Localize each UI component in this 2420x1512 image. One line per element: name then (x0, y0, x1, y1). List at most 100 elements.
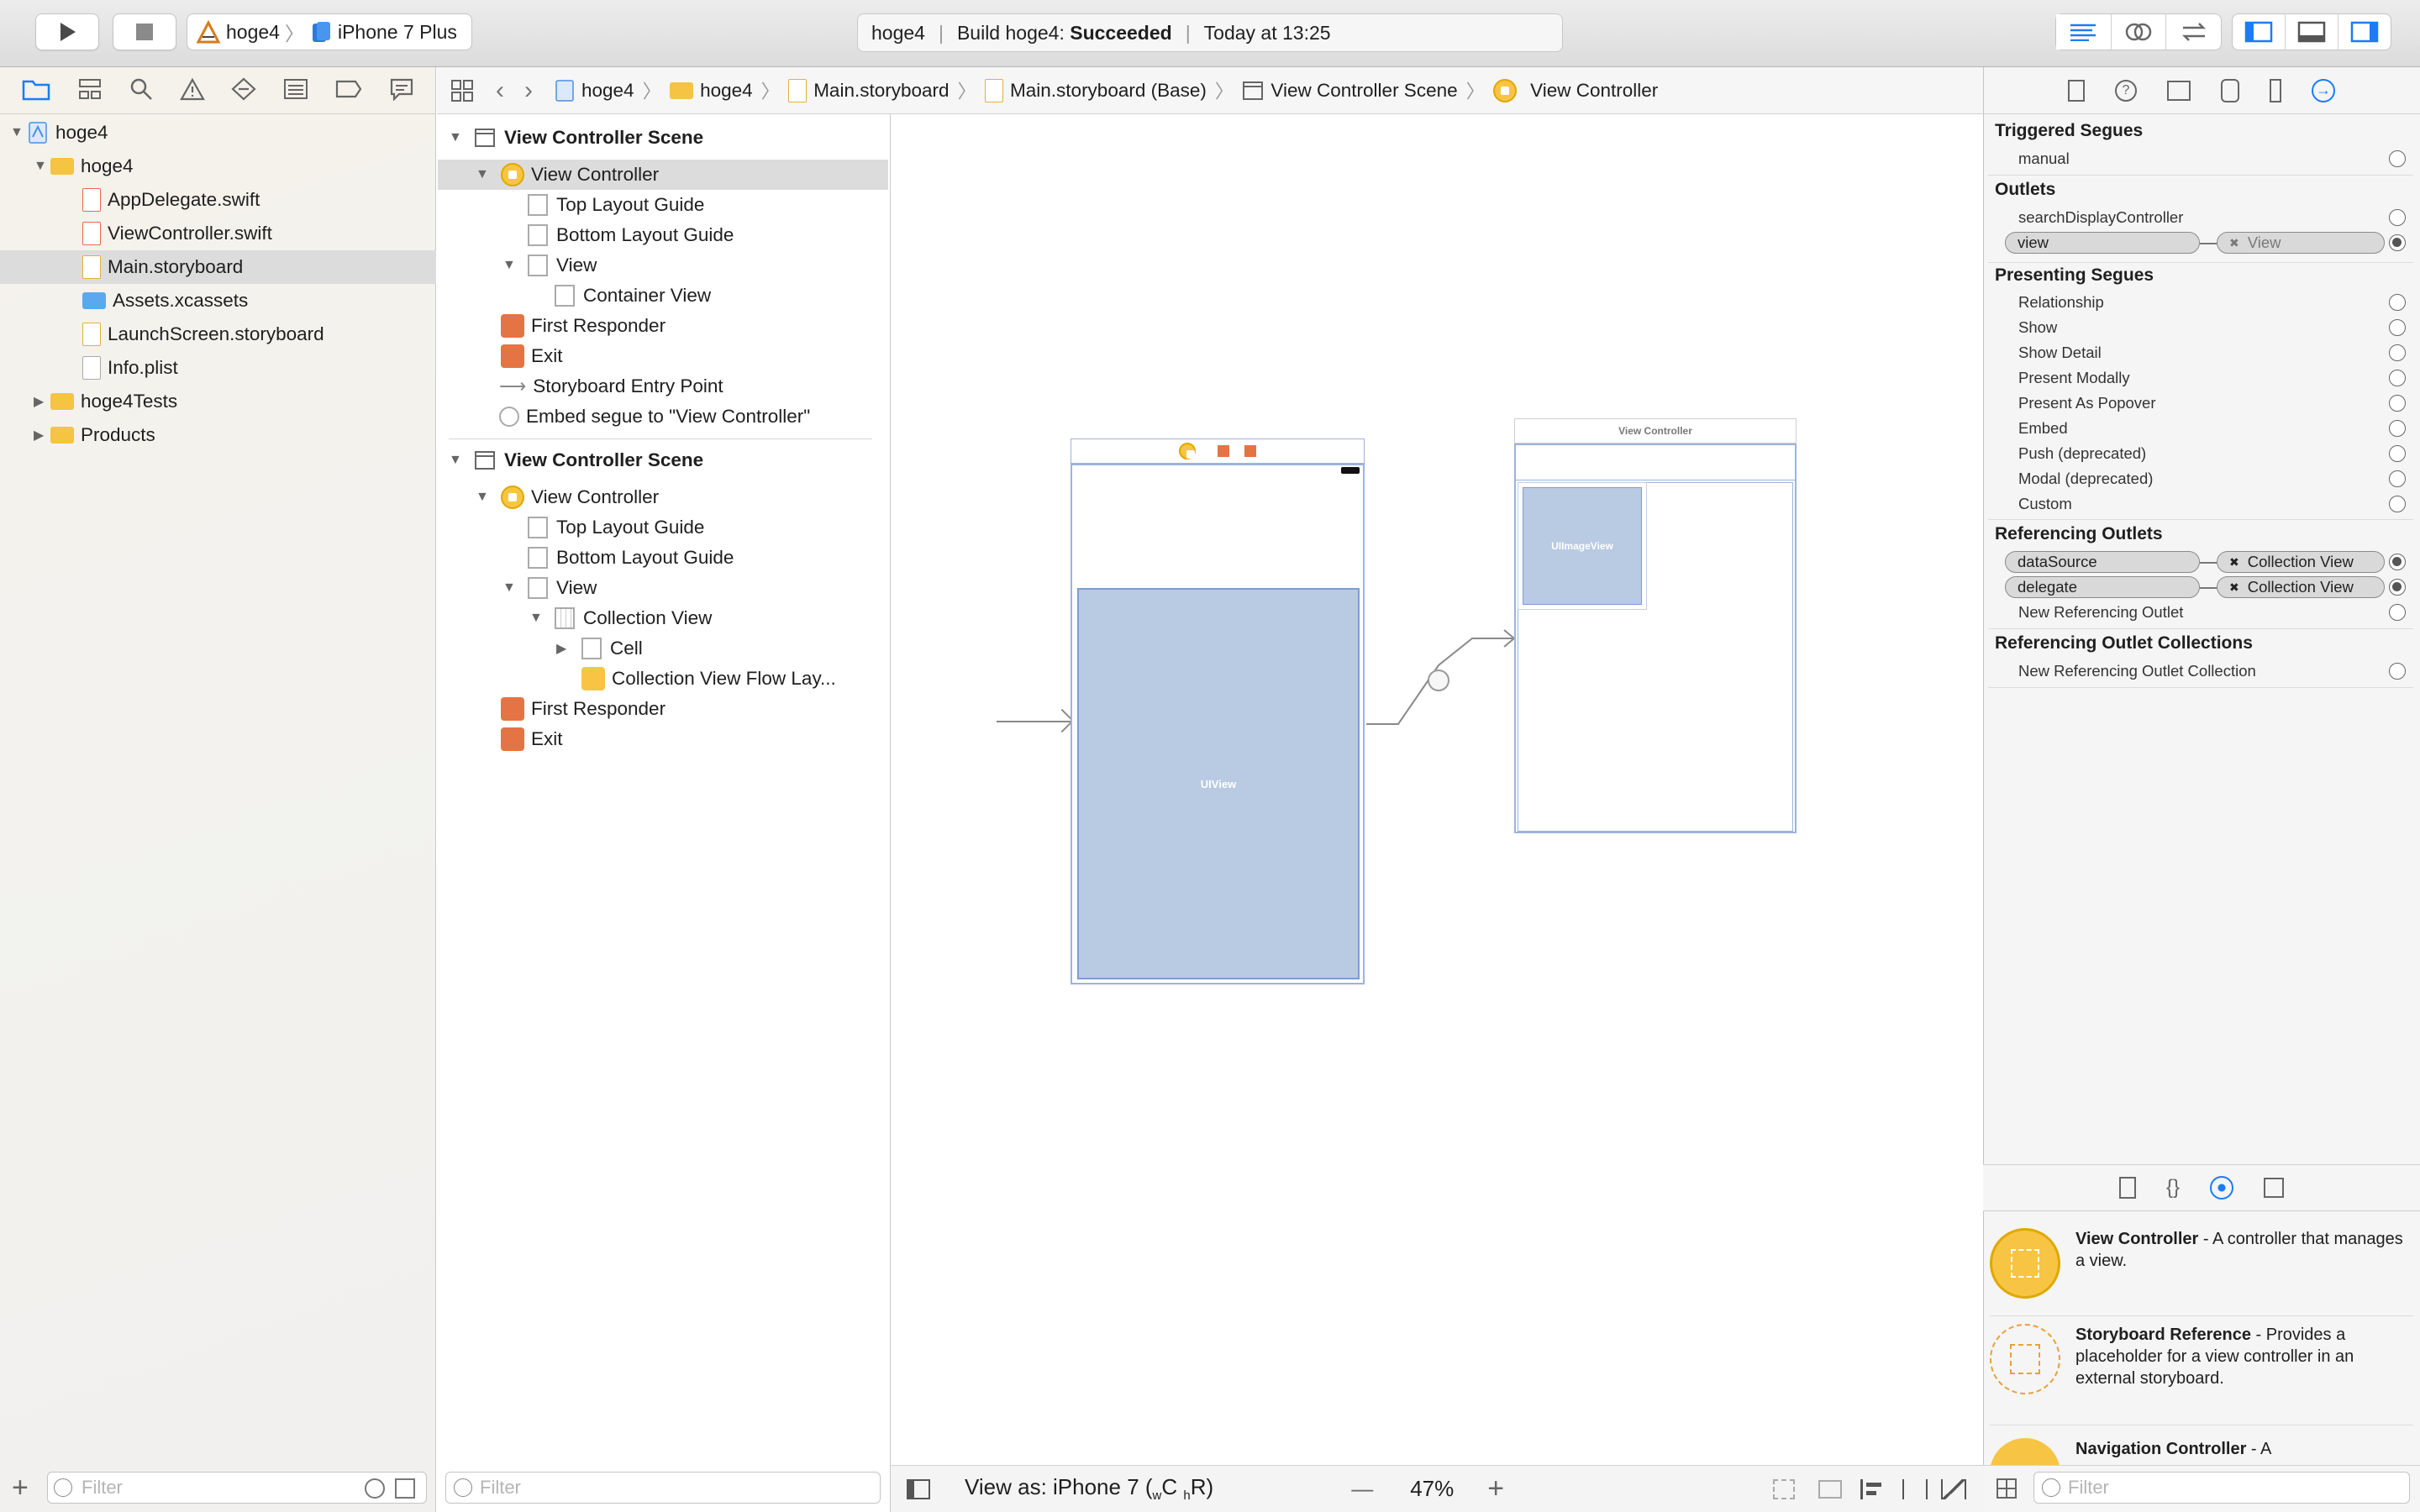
ref-outlet-delegate-pill[interactable]: delegate (2005, 576, 2200, 598)
attributes-inspector-icon[interactable] (2221, 78, 2239, 102)
folder-icon[interactable] (22, 77, 50, 104)
disclosure-open-icon[interactable]: ▼ (449, 453, 466, 468)
disclosure-open-icon[interactable]: ▼ (34, 159, 50, 174)
run-button[interactable] (35, 13, 99, 50)
connection-circle[interactable] (2389, 604, 2406, 621)
add-icon[interactable]: + (12, 1473, 29, 1502)
nav-item-group[interactable]: ▶ hoge4Tests (0, 385, 436, 418)
uiview-container[interactable]: UIView (1077, 588, 1360, 979)
outline-item[interactable]: ▶ Cell (556, 633, 643, 664)
remove-x-icon[interactable]: ✖ (2229, 555, 2239, 570)
connection-circle[interactable] (2389, 150, 2406, 167)
toggle-inspector-button[interactable] (2338, 14, 2391, 50)
outline-item[interactable]: Collection View Flow Lay... (581, 664, 836, 694)
disclosure-closed-icon[interactable]: ▶ (34, 427, 50, 444)
resolve-issues-icon[interactable] (1941, 1478, 1967, 1499)
media-library-icon[interactable] (2264, 1178, 2285, 1198)
code-snippet-icon[interactable]: {} (2166, 1176, 2180, 1200)
ref-outlet-target-pill[interactable]: ✖ Collection View (2217, 576, 2385, 598)
toggle-navigator-button[interactable] (2233, 14, 2286, 50)
outline-item[interactable]: First Responder (501, 311, 666, 341)
test-diamond-icon[interactable] (231, 77, 257, 104)
disclosure-open-icon[interactable]: ▼ (502, 580, 519, 596)
outline-item[interactable]: First Responder (501, 694, 666, 724)
disclosure-open-icon[interactable]: ▼ (449, 130, 466, 145)
connection-circle-filled[interactable] (2389, 579, 2406, 596)
remove-x-icon[interactable]: ✖ (2229, 236, 2239, 250)
version-editor-button[interactable] (2166, 14, 2221, 50)
pin-icon[interactable] (1902, 1478, 1928, 1499)
crumb-localization[interactable]: Main.storyboard (Base) (985, 78, 1207, 102)
file-inspector-icon[interactable] (2068, 79, 2085, 102)
disclosure-open-icon[interactable]: ▼ (476, 167, 492, 182)
nav-item-file[interactable]: Info.plist (0, 351, 436, 385)
back-arrow-icon[interactable]: ‹ (496, 76, 504, 105)
library-item[interactable]: Storyboard Reference - Provides a placeh… (1990, 1324, 2413, 1394)
connection-circle[interactable] (2389, 294, 2406, 311)
hierarchy-icon[interactable] (77, 77, 103, 104)
crumb-project[interactable]: hoge4 (555, 80, 634, 102)
connection-circle-filled[interactable] (2389, 234, 2406, 251)
crumb-file[interactable]: Main.storyboard (788, 78, 950, 102)
outline-item[interactable]: Embed segue to "View Controller" (499, 402, 810, 432)
outline-item-view-controller[interactable]: ▼ View Controller (476, 482, 659, 512)
crumb-group[interactable]: hoge4 (670, 80, 753, 102)
zoom-out-button[interactable]: — (1351, 1476, 1373, 1502)
object-library-icon[interactable] (2210, 1176, 2234, 1200)
connection-circle[interactable] (2389, 470, 2406, 487)
embed-in-stack-icon[interactable] (1818, 1479, 1843, 1499)
grid-view-icon[interactable] (1996, 1478, 2017, 1499)
breakpoint-icon[interactable] (335, 80, 362, 102)
connection-circle[interactable] (2389, 420, 2406, 437)
disclosure-closed-icon[interactable]: ▶ (34, 393, 50, 410)
size-inspector-icon[interactable] (2270, 78, 2281, 102)
dock-exit-icon[interactable] (1244, 445, 1256, 457)
search-icon[interactable] (129, 77, 153, 104)
scene-dock-1[interactable] (1071, 438, 1365, 464)
remove-x-icon[interactable]: ✖ (2229, 580, 2239, 595)
crumb-scene[interactable]: View Controller Scene (1242, 80, 1458, 102)
help-icon[interactable]: ? (2115, 79, 2137, 102)
connection-circle-filled[interactable] (2389, 554, 2406, 570)
zoom-in-button[interactable]: + (1487, 1473, 1504, 1505)
ref-outlet-target-pill[interactable]: ✖ Collection View (2217, 551, 2385, 573)
connection-circle[interactable] (2389, 209, 2406, 226)
connection-circle[interactable] (2389, 370, 2406, 386)
toggle-debug-button[interactable] (2286, 14, 2338, 50)
identity-inspector-icon[interactable] (2167, 80, 2191, 101)
outline-scene-header[interactable]: ▼ View Controller Scene (449, 123, 703, 153)
nav-item-file[interactable]: LaunchScreen.storyboard (0, 318, 436, 351)
disclosure-open-icon[interactable]: ▼ (476, 490, 492, 505)
stop-button[interactable] (113, 13, 176, 50)
scm-filter-icon[interactable] (395, 1478, 415, 1499)
outline-item[interactable]: ⟶ Storyboard Entry Point (499, 371, 723, 402)
library-filter-field[interactable]: Filter (2033, 1472, 2410, 1504)
disclosure-open-icon[interactable]: ▼ (502, 258, 519, 273)
segue-icon[interactable] (1428, 669, 1449, 691)
connection-circle[interactable] (2389, 344, 2406, 361)
outline-item[interactable]: Exit (501, 724, 563, 754)
update-frames-icon[interactable] (1773, 1478, 1796, 1499)
outline-item[interactable]: Top Layout Guide (528, 190, 704, 220)
debug-list-icon[interactable] (283, 78, 308, 103)
scene-title-bar-2[interactable]: View Controller (1514, 418, 1797, 444)
connection-circle[interactable] (2389, 445, 2406, 462)
dock-view-controller-icon[interactable] (1179, 443, 1196, 459)
nav-item-project[interactable]: ▼ hoge4 (0, 116, 436, 150)
outlet-view-target-pill[interactable]: ✖ View (2217, 232, 2385, 254)
outline-filter-field[interactable]: Filter (445, 1472, 881, 1504)
disclosure-open-icon[interactable]: ▼ (10, 125, 27, 140)
scheme-selector[interactable]: hoge4 〉 iPhone 7 Plus (187, 13, 472, 50)
outline-item-view-controller[interactable]: ▼ View Controller (476, 160, 659, 190)
connections-inspector-icon[interactable]: → (2312, 78, 2335, 102)
connection-circle[interactable] (2389, 319, 2406, 336)
nav-item-file-selected[interactable]: Main.storyboard (0, 250, 436, 284)
document-outline-toggle-icon[interactable] (906, 1478, 931, 1500)
connection-circle[interactable] (2389, 663, 2406, 680)
standard-editor-button[interactable] (2056, 14, 2112, 50)
nav-item-file[interactable]: AppDelegate.swift (0, 183, 436, 217)
nav-item-group[interactable]: ▼ hoge4 (0, 150, 436, 183)
library-item[interactable]: Navigation Controller - A (1990, 1438, 2413, 1465)
outline-item[interactable]: ▼ View (502, 573, 597, 603)
related-items-icon[interactable] (450, 79, 474, 102)
